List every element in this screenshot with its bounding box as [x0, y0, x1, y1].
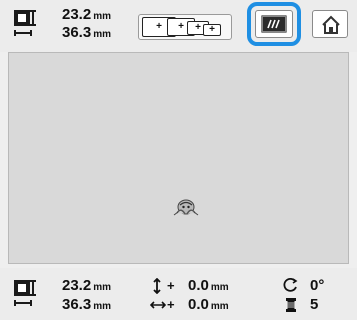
- pattern-height-unit: mm: [93, 11, 111, 22]
- horizontal-offset-sign: +: [167, 297, 175, 312]
- vertical-offset-sign: +: [167, 278, 175, 293]
- vertical-offset-unit: mm: [210, 282, 229, 293]
- status-size-height-unit: mm: [93, 301, 111, 312]
- layout-edit-icon: [261, 15, 287, 33]
- embroidery-frame-button[interactable]: + + + +: [138, 14, 232, 40]
- embroidery-pattern[interactable]: [171, 197, 201, 221]
- embroidery-screen: 23.2 mm 36.3 mm + + + + 23.2 mm 36.3 mm …: [0, 0, 357, 320]
- pattern-height-value: 23.2: [62, 6, 92, 23]
- frame-mini: +: [203, 24, 221, 36]
- pattern-height: 23.2 mm: [62, 6, 111, 24]
- status-size-width: 23.2 mm: [62, 277, 111, 295]
- pattern-width-unit: mm: [93, 29, 111, 40]
- status-size-width-unit: mm: [93, 282, 111, 293]
- pattern-width: 36.3 mm: [62, 24, 111, 42]
- pattern-width-value: 36.3: [62, 24, 92, 41]
- home-icon: [322, 15, 340, 34]
- size-dimension-icon: [12, 10, 38, 40]
- status-size-width-value: 23.2: [62, 277, 92, 294]
- horizontal-move-icon: [150, 301, 166, 309]
- thread-count: 5: [310, 296, 319, 313]
- horizontal-offset-value: 0.0: [188, 296, 209, 313]
- vertical-move-icon: [153, 278, 161, 294]
- size-dimension-icon: [12, 280, 38, 310]
- status-bar: 23.2 mm 36.3 mm + 0.0 mm + 0.0 mm 0° 5: [0, 268, 357, 320]
- pattern-preview-area[interactable]: [8, 52, 349, 264]
- status-size-height-value: 36.3: [62, 296, 92, 313]
- thread-spool-icon: [286, 298, 296, 312]
- layout-button[interactable]: [255, 10, 293, 38]
- horizontal-offset: 0.0 mm: [188, 296, 229, 314]
- vertical-offset: 0.0 mm: [188, 277, 229, 295]
- rotation-value: 0°: [310, 277, 325, 294]
- home-button[interactable]: [312, 10, 348, 38]
- rotation-icon: [283, 277, 298, 292]
- status-size-height: 36.3 mm: [62, 296, 111, 314]
- horizontal-offset-unit: mm: [210, 301, 229, 312]
- top-bar: 23.2 mm 36.3 mm + + + +: [0, 0, 357, 52]
- vertical-offset-value: 0.0: [188, 277, 209, 294]
